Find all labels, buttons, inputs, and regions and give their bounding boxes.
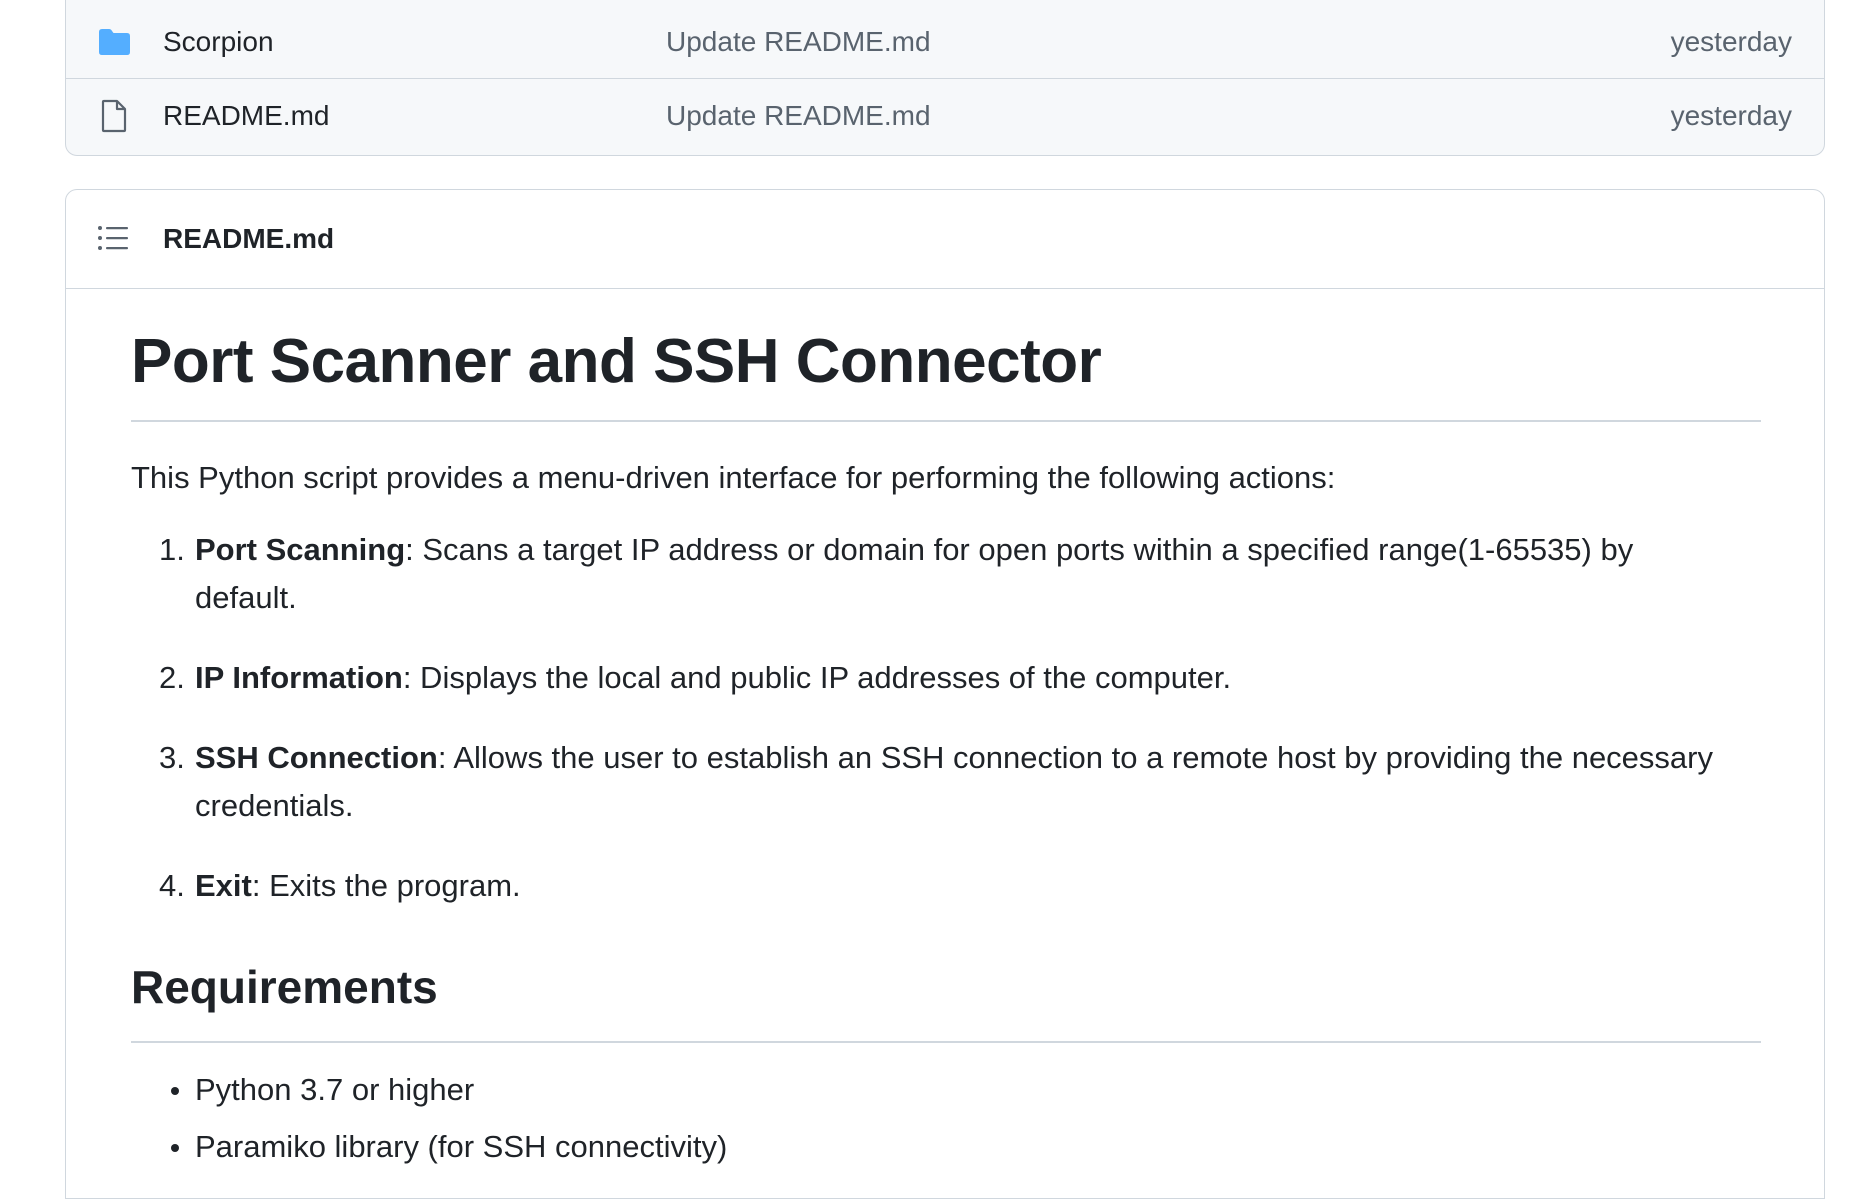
requirements-heading: Requirements	[131, 961, 438, 1013]
list-label: IP Information	[195, 660, 403, 695]
list-text: Port Scanning: Scans a target IP address…	[195, 526, 1735, 622]
list-number: 4.	[159, 868, 185, 903]
requirement-text: Paramiko library (for SSH connectivity)	[195, 1129, 728, 1164]
file-row-readme[interactable]: README.md Update README.md yesterday	[66, 79, 1824, 152]
requirement-text: Python 3.7 or higher	[195, 1072, 475, 1107]
commit-date: yesterday	[1670, 99, 1792, 131]
file-list: Scorpion Update README.md yesterday READ…	[65, 0, 1825, 156]
list-label: Port Scanning	[195, 532, 406, 567]
list-desc: : Scans a target IP address or domain fo…	[195, 532, 1634, 615]
list-text: SSH Connection: Allows the user to estab…	[195, 734, 1735, 830]
folder-icon	[96, 24, 132, 60]
file-row-scorpion[interactable]: Scorpion Update README.md yesterday	[66, 5, 1824, 79]
readme-panel: README.md Port Scanner and SSH Connector…	[65, 189, 1825, 1199]
bullet	[171, 1087, 179, 1095]
divider	[131, 1041, 1761, 1043]
bullet	[171, 1144, 179, 1152]
commit-message[interactable]: Update README.md	[666, 26, 931, 58]
page-title: Port Scanner and SSH Connector	[131, 327, 1102, 396]
list-number: 1.	[159, 532, 185, 567]
readme-title[interactable]: README.md	[163, 223, 334, 255]
list-label: Exit	[195, 868, 252, 903]
file-icon	[96, 98, 132, 134]
commit-date: yesterday	[1670, 25, 1792, 57]
readme-header: README.md	[66, 190, 1824, 289]
list-label: SSH Connection	[195, 740, 438, 775]
list-desc: : Displays the local and public IP addre…	[402, 660, 1232, 695]
file-name[interactable]: Scorpion	[163, 26, 274, 58]
list-desc: : Exits the program.	[251, 868, 521, 903]
intro-paragraph: This Python script provides a menu-drive…	[131, 460, 1336, 495]
file-name[interactable]: README.md	[163, 100, 329, 132]
list-number: 2.	[159, 660, 185, 695]
list-number: 3.	[159, 740, 185, 775]
list-text: IP Information: Displays the local and p…	[195, 654, 1735, 702]
list-text: Exit: Exits the program.	[195, 862, 1735, 910]
list-icon[interactable]	[96, 221, 130, 255]
divider	[131, 420, 1761, 422]
commit-message[interactable]: Update README.md	[666, 100, 931, 132]
